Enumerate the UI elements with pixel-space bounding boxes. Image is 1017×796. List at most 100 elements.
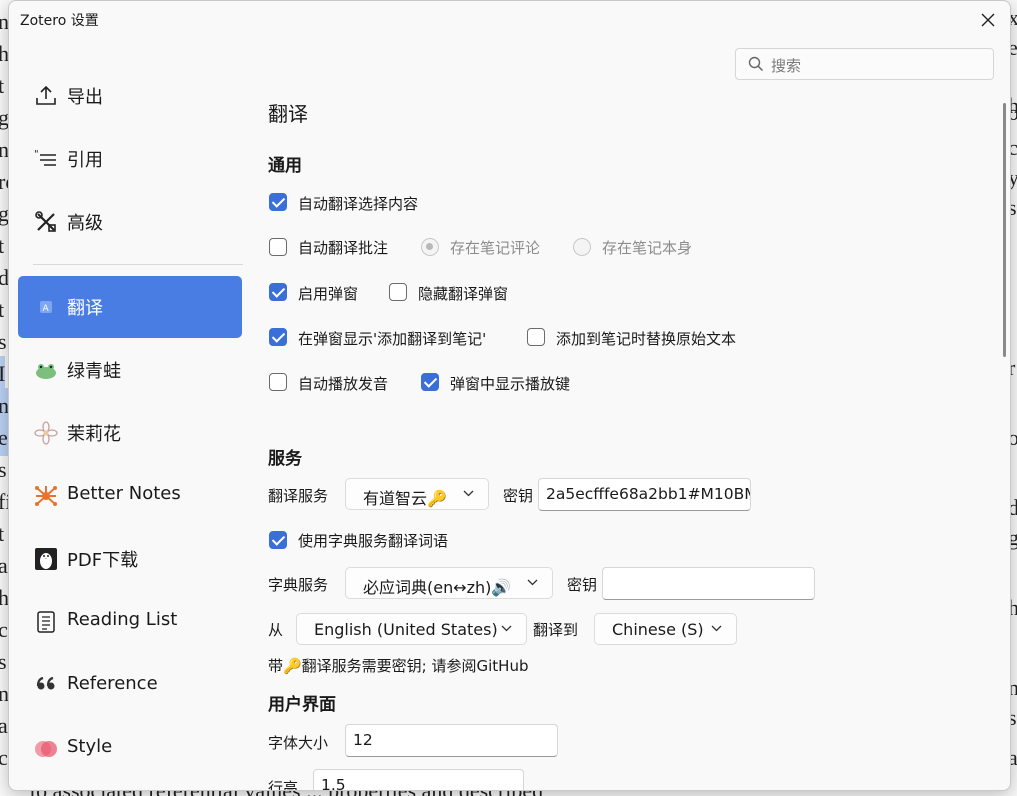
translate-service-label: 翻译服务 (268, 487, 329, 505)
dict-service-value: 必应词典(en↔zh)🔊 (363, 578, 512, 597)
sidebar-item-label: Style (67, 736, 113, 757)
jasmine-icon (34, 421, 58, 445)
key-label: 密钥 (503, 487, 534, 505)
sidebar-item-reading-list[interactable]: Reading List (18, 591, 242, 653)
chevron-down-icon (711, 625, 722, 632)
scrollbar[interactable] (1003, 103, 1006, 357)
sidebar-item-label: 翻译 (67, 298, 103, 319)
background-char: c (0, 617, 8, 642)
sidebar-item-translate[interactable]: A 翻译 (18, 276, 242, 338)
chevron-down-icon (527, 579, 538, 586)
cite-icon: " (34, 149, 56, 166)
reading-list-icon (37, 611, 55, 633)
pdf-download-icon (35, 548, 57, 570)
export-icon (36, 85, 56, 105)
dict-service-dropdown[interactable]: 必应词典(en↔zh)🔊 (345, 567, 553, 599)
auto-translate-selection-label: 自动翻译选择内容 (298, 195, 419, 213)
key-field[interactable]: 2a5ecfffe68a2bb1#M10BM (538, 478, 751, 511)
background-char: a (0, 713, 8, 738)
replace-original-checkbox[interactable] (527, 328, 545, 346)
better-notes-icon (35, 486, 57, 506)
background-char: a (0, 553, 8, 578)
sidebar-item-label: Better Notes (67, 483, 181, 504)
section-heading-general: 通用 (268, 156, 302, 176)
dict-key-label: 密钥 (567, 576, 598, 594)
translate-service-value: 有道智云🔑 (363, 489, 447, 508)
background-char: c (0, 745, 8, 770)
hide-popup-label: 隐藏翻译弹窗 (418, 285, 509, 303)
dict-key-field[interactable] (602, 567, 815, 600)
section-heading-services: 服务 (268, 449, 302, 469)
sidebar-item-advanced[interactable]: 高级 (18, 191, 242, 253)
note-body-radio[interactable] (573, 238, 591, 256)
background-char: e (0, 420, 8, 456)
auto-translate-selection-checkbox[interactable] (269, 193, 287, 211)
use-dict-checkbox[interactable] (269, 531, 287, 549)
sidebar-item-label: 绿青蛙 (67, 361, 121, 382)
sidebar-item-label: PDF下载 (67, 550, 139, 571)
from-language-label: 从 (268, 621, 284, 639)
background-char: t (0, 73, 5, 98)
note-comment-radio[interactable] (421, 238, 439, 256)
background-char: t (0, 297, 5, 322)
style-icon (35, 741, 57, 757)
key-value: 2a5ecfffe68a2bb1#M10BM (546, 485, 751, 503)
key-required-note: 带🔑翻译服务需要密钥; 请参阅GitHub (268, 657, 529, 675)
note-comment-radio-label: 存在笔记评论 (450, 239, 541, 257)
background-char: s (0, 457, 7, 482)
sidebar-item-label: 高级 (67, 213, 103, 234)
auto-play-checkbox[interactable] (269, 373, 287, 391)
svg-text:A: A (43, 304, 50, 314)
show-add-to-note-checkbox[interactable] (269, 328, 287, 346)
translate-icon: A (40, 301, 52, 314)
auto-play-label: 自动播放发音 (298, 375, 389, 393)
sidebar-item-label: Reference (67, 673, 158, 694)
from-language-value: English (United States) (314, 620, 498, 639)
line-height-value: 1.5 (321, 776, 346, 791)
settings-window: Zotero 设置 搜索 导出 " 引用 高级 A 翻译 绿青蛙 茉莉花 Bet… (8, 0, 1011, 791)
sidebar-item-label: 引用 (67, 150, 103, 171)
frog-icon (36, 364, 56, 379)
note-body-radio-label: 存在笔记本身 (602, 239, 693, 257)
sidebar-item-style[interactable]: Style (18, 718, 242, 780)
auto-translate-annotation-checkbox[interactable] (269, 238, 287, 256)
chevron-down-icon (463, 490, 474, 497)
sidebar-item-jasmine[interactable]: 茉莉花 (18, 402, 242, 464)
background-char: I (0, 356, 6, 392)
translate-service-dropdown[interactable]: 有道智云🔑 (345, 478, 489, 510)
from-language-dropdown[interactable]: English (United States) (296, 613, 527, 645)
sidebar-item-cite[interactable]: " 引用 (18, 128, 242, 190)
advanced-icon (35, 211, 56, 232)
show-play-button-checkbox[interactable] (421, 373, 439, 391)
background-char: s (0, 329, 7, 354)
show-add-to-note-label: 在弹窗显示'添加翻译到笔记' (298, 330, 487, 348)
use-dict-label: 使用字典服务翻译词语 (298, 532, 449, 550)
enable-popup-checkbox[interactable] (269, 283, 287, 301)
dict-service-label: 字典服务 (268, 576, 329, 594)
sidebar-item-frog[interactable]: 绿青蛙 (18, 339, 242, 401)
window-title: Zotero 设置 (20, 13, 99, 29)
translate-settings-pane: 翻译 通用 自动翻译选择内容 自动翻译批注 存在笔记评论 存在笔记本身 启用弹窗… (268, 1, 998, 790)
sidebar-item-better-notes[interactable]: Better Notes (18, 465, 242, 527)
to-language-dropdown[interactable]: Chinese (S) (594, 613, 737, 645)
reference-quote-icon (36, 676, 55, 690)
font-size-label: 字体大小 (268, 734, 329, 752)
font-size-field[interactable]: 12 (345, 724, 558, 757)
show-play-button-label: 弹窗中显示播放键 (450, 375, 571, 393)
sidebar-item-pdf-download[interactable]: PDF下载 (18, 528, 242, 590)
background-char: t (0, 233, 5, 258)
line-height-field[interactable]: 1.5 (313, 769, 524, 791)
to-language-label: 翻译到 (533, 621, 579, 639)
background-char: t (0, 521, 5, 546)
background-char: s (0, 649, 7, 674)
replace-original-label: 添加到笔记时替换原始文本 (556, 330, 737, 348)
enable-popup-label: 启用弹窗 (298, 285, 359, 303)
sidebar-item-export[interactable]: 导出 (18, 65, 242, 127)
line-height-label: 行高 (268, 779, 299, 791)
to-language-value: Chinese (S) (612, 620, 704, 639)
hide-popup-checkbox[interactable] (389, 283, 407, 301)
font-size-value: 12 (353, 731, 373, 749)
sidebar-item-reference[interactable]: Reference (18, 655, 242, 717)
sidebar-item-label: Reading List (67, 609, 178, 630)
sidebar-divider (33, 264, 243, 265)
